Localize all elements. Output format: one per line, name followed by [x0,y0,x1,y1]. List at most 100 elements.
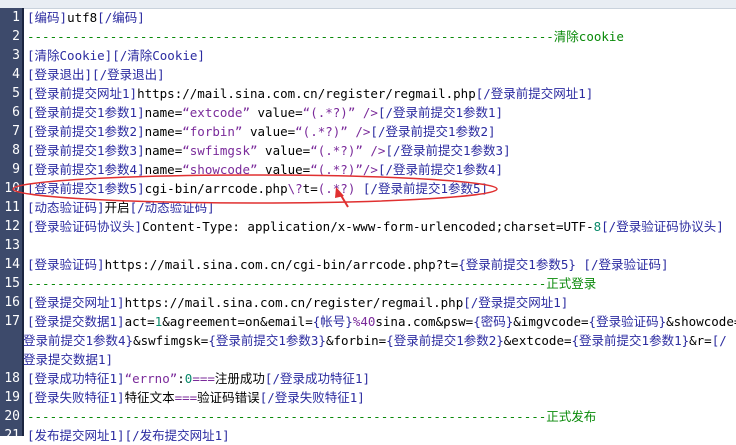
token-txt: utf8 [67,10,98,25]
token-str: “extcode” [182,105,250,120]
token-tag: 登录提交数据1] [23,352,114,367]
token-txt: &r= [689,333,712,348]
code-line[interactable]: 20 --------------------------------------… [0,407,736,426]
token-tag: {帐号} [312,314,353,329]
code-line[interactable]: 5 [登录前提交网址1]https://mail.sina.com.cn/regi… [0,84,736,103]
line-content: [清除Cookie][/清除Cookie] [27,46,205,65]
code-line-continuation[interactable]: 登录提交数据1] [0,350,736,369]
code-editor[interactable]: 1 [编码]utf8[/编码] 2 -------------------------… [0,8,736,445]
line-content: [登录前提交1参数5]cgi-bin/arrcode.php\?t=(.*?) … [27,179,488,198]
token-txt: act= [124,314,155,329]
line-number: 19 [4,390,20,405]
code-line[interactable]: 18 [登录成功特征1]“errno”:0===注册成功[/登录成功特征1] [0,369,736,388]
token-tag: [登录提交网址1] [27,295,125,310]
line-number: 16 [4,295,20,310]
token-txt: name= [144,124,183,139]
code-line[interactable]: 10 [登录前提交1参数5]cgi-bin/arrcode.php\?t=(.*?… [0,179,736,198]
token-txt: value= [257,162,311,177]
token-tag: [/动态验证码] [129,200,215,215]
code-line[interactable]: 19 [登录失败特征1]特征文本===验证码错误[/登录失败特征1] [0,388,736,407]
line-number: 10 [4,181,20,196]
token-tag: [/登录前提交1参数2] [370,124,496,139]
token-txt: value= [249,105,303,120]
token-txt: name= [144,143,183,158]
code-line[interactable]: 7 [登录前提交1参数2]name=“forbin” value=“(.*?)” … [0,122,736,141]
line-content: [登录提交网址1]https://mail.sina.com.cn/regist… [27,293,568,312]
token-num2: 8 [593,219,602,234]
line-content: [登录前提交1参数1]name=“extcode” value=“(.*?)” … [27,103,503,122]
line-number: 9 [12,162,20,177]
line-number: 3 [12,48,20,63]
line-content: [登录验证码]https://mail.sina.com.cn/cgi-bin/… [27,255,669,274]
code-line[interactable]: 11 [动态验证码]开启[/动态验证码] [0,198,736,217]
token-tag: {登录前提交1参数2} [386,333,504,348]
line-content: [登录提交数据1]act=1&agreement=on&email={帐号}%4… [27,312,736,331]
token-txt: &showcode= [666,314,736,329]
token-txt: value= [242,124,296,139]
token-str: “(.*?)”/> [310,162,378,177]
code-line[interactable]: 1 [编码]utf8[/编码] [0,8,736,27]
code-line[interactable]: 12 [登录验证码协议头]Content-Type: application/x-… [0,217,736,236]
line-content: [登录前提交1参数2]name=“forbin” value=“(.*?)” /… [27,122,496,141]
token-tag: [/登录前提交1参数1] [377,105,504,120]
token-tag: [登录前提交1参数4] [27,162,145,177]
token-txt: &forbin= [325,333,387,348]
code-line[interactable]: 14 [登录验证码]https://mail.sina.com.cn/cgi-bi… [0,255,736,274]
code-line-continuation[interactable]: 登录前提交1参数4}&swfimgsk={登录前提交1参数3}&forbin={… [0,331,736,350]
token-tag: [/登录前提交1参数5] [355,181,489,196]
token-txt: t= [302,181,318,196]
token-txt: &agreement=on&email= [162,314,313,329]
token-tag: {登录验证码} [588,314,667,329]
line-number: 2 [12,29,20,44]
token-txt: 开启 [104,200,130,215]
code-line[interactable]: 13 [0,236,736,255]
line-content: [登录成功特征1]“errno”:0===注册成功[/登录成功特征1] [27,369,370,388]
token-tag: [/登录提交网址1] [463,295,569,310]
code-line[interactable]: 2 ---------------------------------------… [0,27,736,46]
line-content: [登录退出][/登录退出] [27,65,165,84]
token-tag: [登录验证码协议头] [27,219,143,234]
token-str: “(.*?)” /> [310,143,386,158]
code-line[interactable]: 6 [登录前提交1参数1]name=“extcode” value=“(.*?)”… [0,103,736,122]
line-number: 17 [4,314,20,329]
line-number: 7 [12,124,20,139]
token-tag: [/登录验证码] [575,257,669,272]
token-txt: https://mail.sina.com.cn/register/regmai… [137,86,476,101]
line-content: [编码]utf8[/编码] [27,8,145,27]
token-tag: [/登录前提交1参数3] [385,143,511,158]
token-txt: &imgvcode= [513,314,589,329]
token-str: “forbin” [182,124,243,139]
line-number: 1 [12,10,20,25]
line-content: [登录前提交网址1]https://mail.sina.com.cn/regis… [27,84,593,103]
line-content: 登录提交数据1] [23,350,113,369]
token-str: === [174,390,198,405]
token-sep: ----------------------------------------… [27,276,597,291]
token-tag: [登录验证码] [27,257,105,272]
code-line[interactable]: 3 [清除Cookie][/清除Cookie] [0,46,736,65]
token-tag: [登录前提交1参数1] [27,105,145,120]
token-tag: [登录前提交1参数5] [27,181,145,196]
token-txt: : [177,371,185,386]
line-number: 14 [4,257,20,272]
token-str: “(.*?)” /> [295,124,371,139]
token-txt: name= [144,105,183,120]
line-number: 6 [12,105,20,120]
token-tag: {登录前提交1参数3} [208,333,326,348]
token-tag: [/编码] [97,10,145,25]
token-tag: [动态验证码] [27,200,105,215]
code-line[interactable]: 9 [登录前提交1参数4]name=“showcode” value=“(.*?)… [0,160,736,179]
token-tag: [/ [711,333,727,348]
token-txt: 注册成功 [214,371,265,386]
token-tag: [/登录前提交1参数4] [377,162,504,177]
code-line[interactable]: 16 [登录提交网址1]https://mail.sina.com.cn/regi… [0,293,736,312]
code-line[interactable]: 4 [登录退出][/登录退出] [0,65,736,84]
code-line[interactable]: 8 [登录前提交1参数3]name=“swfimgsk” value=“(.*?)… [0,141,736,160]
code-line[interactable]: 15 --------------------------------------… [0,274,736,293]
token-sep: ----------------------------------------… [27,29,624,44]
token-txt: https://mail.sina.com.cn/cgi-bin/arrcode… [104,257,459,272]
code-line[interactable]: 17 [登录提交数据1]act=1&agreement=on&email={帐号}… [0,312,736,331]
token-txt: sina.com&psw= [375,314,474,329]
token-txt: 特征文本 [124,390,175,405]
token-tag: [编码] [27,10,68,25]
token-txt: 验证码错误 [197,390,260,405]
